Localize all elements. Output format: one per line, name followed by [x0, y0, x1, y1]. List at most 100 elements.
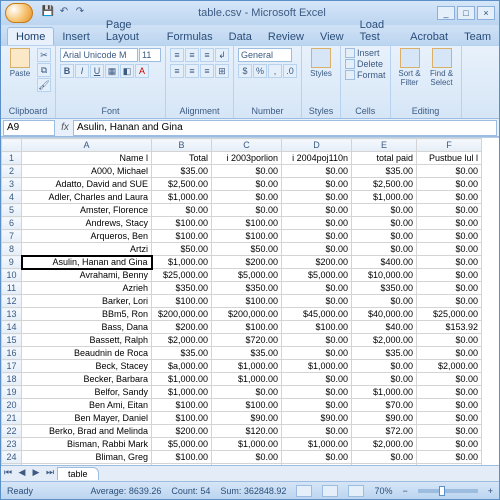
cell[interactable]: $200.00	[282, 256, 352, 269]
cell[interactable]: $0.00	[417, 386, 482, 399]
cell[interactable]: $a,000.00	[152, 360, 212, 373]
cell[interactable]: Bass, Dana	[22, 321, 152, 334]
tab-data[interactable]: Data	[221, 28, 260, 45]
cell[interactable]: $100.00	[212, 399, 282, 412]
cell[interactable]: $0.00	[282, 334, 352, 347]
row-header[interactable]: 23	[2, 438, 22, 451]
row-header[interactable]: 10	[2, 269, 22, 282]
minimize-button[interactable]: _	[437, 6, 455, 20]
cell[interactable]: $0.00	[282, 399, 352, 412]
cell[interactable]: $100.00	[212, 295, 282, 308]
underline-button[interactable]: U	[90, 64, 104, 78]
cell[interactable]: $10,000.00	[352, 269, 417, 282]
cell[interactable]: $50.00	[212, 243, 282, 256]
cell[interactable]: $35.00	[352, 347, 417, 360]
cell[interactable]: $1,000.00	[212, 360, 282, 373]
italic-button[interactable]: I	[75, 64, 89, 78]
tab-acrobat[interactable]: Acrobat	[402, 28, 456, 45]
cell[interactable]: $50.00	[152, 243, 212, 256]
cell[interactable]: Bliman, Greg	[22, 451, 152, 464]
cell[interactable]: $5,000.00	[152, 438, 212, 451]
wrap-text-button[interactable]: ↲	[215, 48, 229, 62]
cell[interactable]: $2,500.00	[152, 178, 212, 191]
cell[interactable]: $40.00	[352, 321, 417, 334]
cell[interactable]: Belfor, Sandy	[22, 386, 152, 399]
cell[interactable]: Ben Mayer, Daniel	[22, 412, 152, 425]
cell[interactable]: $1,000.00	[152, 191, 212, 204]
tab-insert[interactable]: Insert	[54, 28, 98, 45]
tab-team[interactable]: Team	[456, 28, 499, 45]
cell[interactable]: $1,000.00	[282, 438, 352, 451]
number-format-combo[interactable]: General	[238, 48, 292, 62]
cell[interactable]: $100.00	[282, 321, 352, 334]
cell[interactable]: $40,000.00	[352, 308, 417, 321]
paste-button[interactable]: Paste	[5, 48, 35, 78]
cell[interactable]: $2,000.00	[417, 360, 482, 373]
cell[interactable]: Azrieh	[22, 282, 152, 295]
find-select-button[interactable]: Find & Select	[427, 48, 457, 87]
cell[interactable]: $70.00	[352, 399, 417, 412]
col-header-F[interactable]: F	[417, 139, 482, 152]
name-box[interactable]: A9	[3, 120, 55, 136]
cell[interactable]: $2,000.00	[352, 438, 417, 451]
cell[interactable]: $35.00	[152, 165, 212, 178]
cell[interactable]: $90.00	[212, 412, 282, 425]
align-center-button[interactable]: ≡	[185, 64, 199, 78]
cell[interactable]: Berko, Brad and Melinda	[22, 425, 152, 438]
col-header-D[interactable]: D	[282, 139, 352, 152]
cell[interactable]: $200,000.00	[152, 308, 212, 321]
cell[interactable]: $200.00	[152, 321, 212, 334]
cell[interactable]: $0.00	[212, 178, 282, 191]
cell[interactable]: $90.00	[282, 412, 352, 425]
tab-formulas[interactable]: Formulas	[159, 28, 221, 45]
cell[interactable]: $100.00	[212, 230, 282, 243]
cell[interactable]: i 2003porlion	[212, 152, 282, 165]
cell[interactable]: $35.00	[352, 165, 417, 178]
cell[interactable]: $2,500.00	[352, 178, 417, 191]
cell[interactable]: $200,000.00	[212, 308, 282, 321]
cell[interactable]: Beaudnin de Roca	[22, 347, 152, 360]
cell[interactable]: $0.00	[417, 412, 482, 425]
row-header[interactable]: 15	[2, 334, 22, 347]
cell[interactable]: $0.00	[417, 438, 482, 451]
cell[interactable]: $0.00	[417, 165, 482, 178]
row-header[interactable]: 21	[2, 412, 22, 425]
align-bottom-button[interactable]: ≡	[200, 48, 214, 62]
cell[interactable]: $0.00	[417, 373, 482, 386]
cell[interactable]: $0.00	[352, 217, 417, 230]
col-header-E[interactable]: E	[352, 139, 417, 152]
copy-icon[interactable]: ⧉	[37, 63, 51, 77]
merge-button[interactable]: ⊞	[215, 64, 229, 78]
cell[interactable]: $0.00	[282, 178, 352, 191]
cell[interactable]: $0.00	[282, 373, 352, 386]
cell[interactable]: $1,000.00	[212, 373, 282, 386]
cell[interactable]: $0.00	[417, 217, 482, 230]
cell[interactable]: $100.00	[152, 399, 212, 412]
cell[interactable]: $72.00	[352, 425, 417, 438]
close-button[interactable]: ×	[477, 6, 495, 20]
cell[interactable]: $0.00	[417, 282, 482, 295]
cell[interactable]: $1,000.00	[212, 438, 282, 451]
select-all-corner[interactable]	[2, 139, 22, 152]
col-header-C[interactable]: C	[212, 139, 282, 152]
align-top-button[interactable]: ≡	[170, 48, 184, 62]
cell[interactable]: Arqueros, Ben	[22, 230, 152, 243]
cell[interactable]: $120.00	[212, 425, 282, 438]
cell[interactable]: $200.00	[212, 256, 282, 269]
cell[interactable]: $0.00	[282, 191, 352, 204]
cell[interactable]: $100.00	[212, 217, 282, 230]
cell[interactable]: $0.00	[417, 334, 482, 347]
align-left-button[interactable]: ≡	[170, 64, 184, 78]
cell[interactable]: Name l	[22, 152, 152, 165]
comma-button[interactable]: ,	[268, 64, 282, 78]
cell[interactable]: $35.00	[212, 347, 282, 360]
cell[interactable]: $100.00	[212, 321, 282, 334]
cell[interactable]: $0.00	[417, 347, 482, 360]
row-header[interactable]: 22	[2, 425, 22, 438]
cell[interactable]: Ben Ami, Eitan	[22, 399, 152, 412]
cut-icon[interactable]: ✂	[37, 48, 51, 62]
cell[interactable]: total paid	[352, 152, 417, 165]
cell[interactable]: $0.00	[282, 165, 352, 178]
cell[interactable]: i 2004poj110n	[282, 152, 352, 165]
cell[interactable]: BBm5, Ron	[22, 308, 152, 321]
